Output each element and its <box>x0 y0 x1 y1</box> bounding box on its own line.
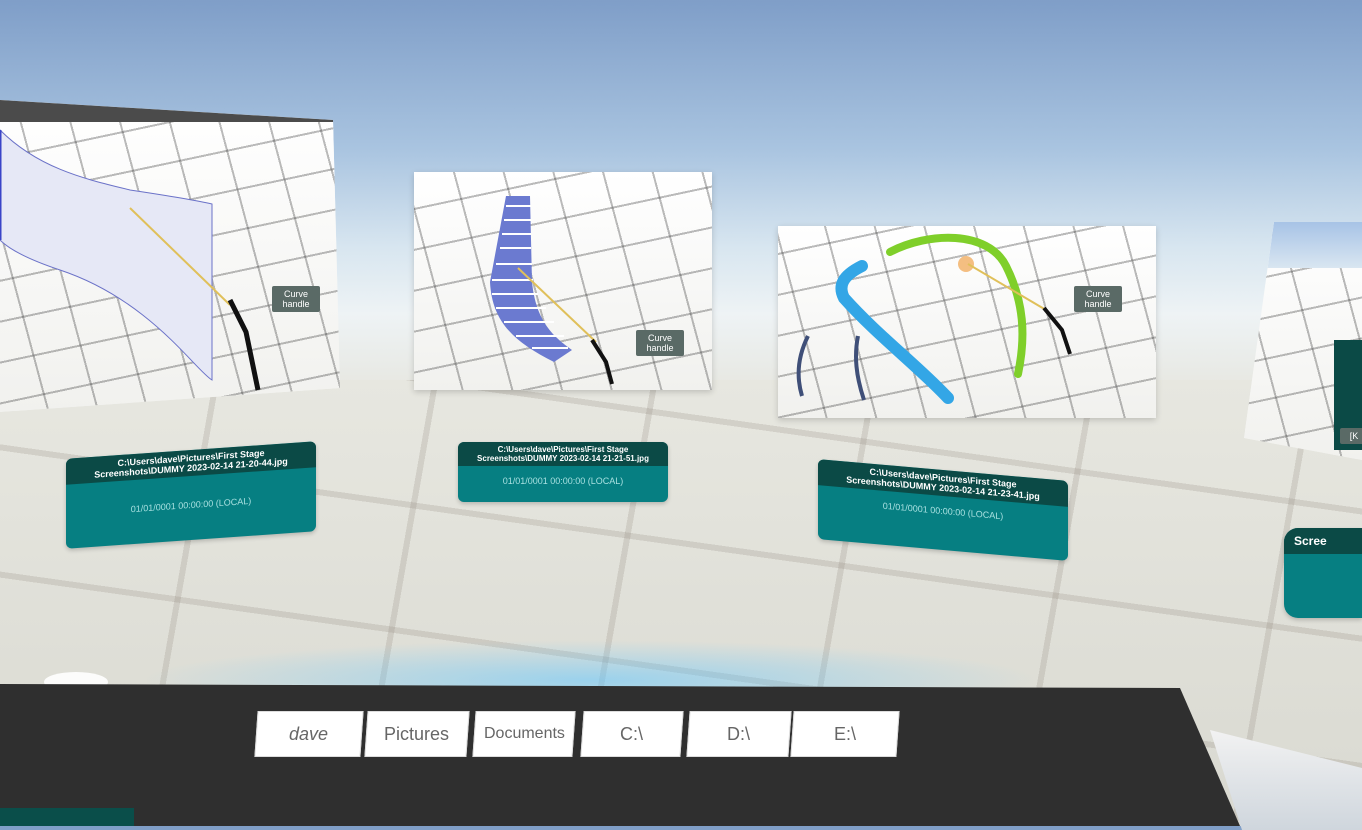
breadcrumb-label: Pictures <box>384 723 450 744</box>
file-date: 01/01/0001 00:00:00 (LOCAL) <box>502 476 624 486</box>
file-path: C:\Users\dave\Pictures\First Stage Scree… <box>458 442 668 466</box>
thumbnail-2[interactable]: Curve handle <box>414 172 712 390</box>
dock-teal-strip <box>0 808 134 826</box>
curve-handle-tag: Curve handle <box>636 330 684 356</box>
breadcrumb-label: E:\ <box>833 723 856 744</box>
thumbnail-4[interactable]: [K <box>1244 222 1362 460</box>
breadcrumb-label: C:\ <box>620 723 644 744</box>
breadcrumb-e-drive[interactable]: E:\ <box>790 711 900 757</box>
breadcrumb-pictures[interactable]: Pictures <box>364 711 470 757</box>
staircase-graphic <box>490 196 614 385</box>
breadcrumb-documents[interactable]: Documents <box>472 711 576 757</box>
curve-handle-tag: Curve handle <box>1074 286 1122 312</box>
curve-handle-tag: Curve handle <box>272 286 320 312</box>
file-path: Scree <box>1284 528 1362 554</box>
thumbnail-1[interactable]: Curve handle <box>0 100 340 412</box>
curved-wall-graphic <box>0 128 261 391</box>
breadcrumb-dock <box>0 684 1240 826</box>
file-card-2[interactable]: C:\Users\dave\Pictures\First Stage Scree… <box>458 442 668 502</box>
file-card-1[interactable]: C:\Users\dave\Pictures\First Stage Scree… <box>66 441 316 549</box>
breadcrumb-d-drive[interactable]: D:\ <box>686 711 792 757</box>
curves-graphic <box>796 233 1072 404</box>
breadcrumb-label: dave <box>289 723 329 744</box>
breadcrumb-dave[interactable]: dave <box>254 711 364 757</box>
file-card-4[interactable]: Scree <box>1284 528 1362 618</box>
thumbnail-label: [K <box>1340 428 1362 444</box>
breadcrumb-label: D:\ <box>727 723 751 744</box>
breadcrumb-c-drive[interactable]: C:\ <box>580 711 684 757</box>
thumbnail-3[interactable]: Curve handle <box>778 226 1156 418</box>
thumbnail-sky <box>1244 222 1362 268</box>
file-date: 01/01/0001 00:00:00 (LOCAL) <box>130 495 252 515</box>
breadcrumb-label: Documents <box>483 725 565 742</box>
